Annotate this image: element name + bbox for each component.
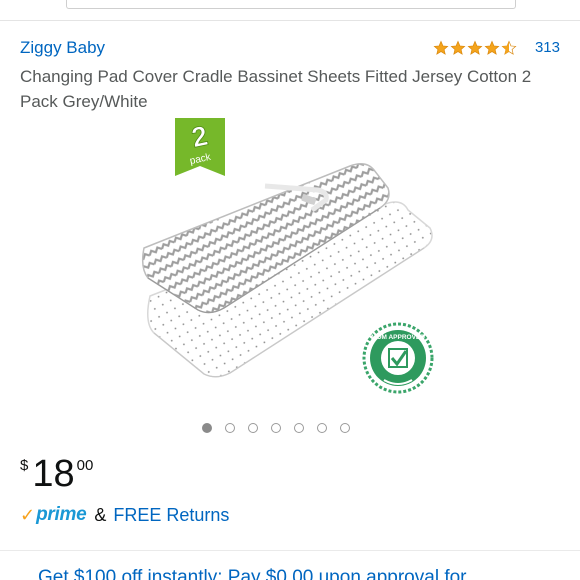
price-currency: $ [20,457,29,474]
image-carousel-dots[interactable] [202,423,350,433]
prime-logo[interactable]: ✓ prime [20,504,87,526]
credit-card-offer-link[interactable]: Get $100 off instantly: Pay $0.00 upon a… [38,567,467,580]
rating-count-link[interactable]: 313 [535,39,560,56]
product-page: Ziggy Baby 313 Changing Pad Cover Cradle… [0,0,580,580]
carousel-dot-icon[interactable] [248,423,258,433]
free-returns-link[interactable]: FREE Returns [113,505,229,526]
rating-summary[interactable]: 313 [433,39,560,56]
prime-check-icon: ✓ [20,505,36,525]
carousel-dot-icon[interactable] [294,423,304,433]
divider [0,20,580,21]
star-icon [450,39,466,55]
price-fraction: 00 [76,457,94,474]
star-rating [433,39,517,56]
previous-card-edge [66,0,516,9]
prime-word: prime [36,504,87,525]
product-title: Changing Pad Cover Cradle Bassinet Sheet… [20,67,532,111]
carousel-dot-icon[interactable] [340,423,350,433]
brand-link[interactable]: Ziggy Baby [20,38,105,58]
ampersand: & [94,504,107,525]
price: $ 18 00 [20,452,93,496]
star-icon [433,39,449,55]
carousel-dot-icon[interactable] [225,423,235,433]
star-icon [484,39,500,55]
carousel-dot-icon[interactable] [317,423,327,433]
divider [0,550,580,551]
seal-text: MOM APPROVED [371,334,425,341]
price-whole: 18 [32,453,75,495]
product-image[interactable]: 2 pack MOM APPROVED [140,118,440,408]
mom-approved-seal: MOM APPROVED [362,322,434,394]
prime-shipping-row: ✓ prime & FREE Returns [20,502,229,528]
two-pack-badge: 2 pack [175,118,225,176]
carousel-dot-icon[interactable] [202,423,212,433]
star-icon [467,39,483,55]
half-star-icon [501,39,517,55]
carousel-dot-icon[interactable] [271,423,281,433]
